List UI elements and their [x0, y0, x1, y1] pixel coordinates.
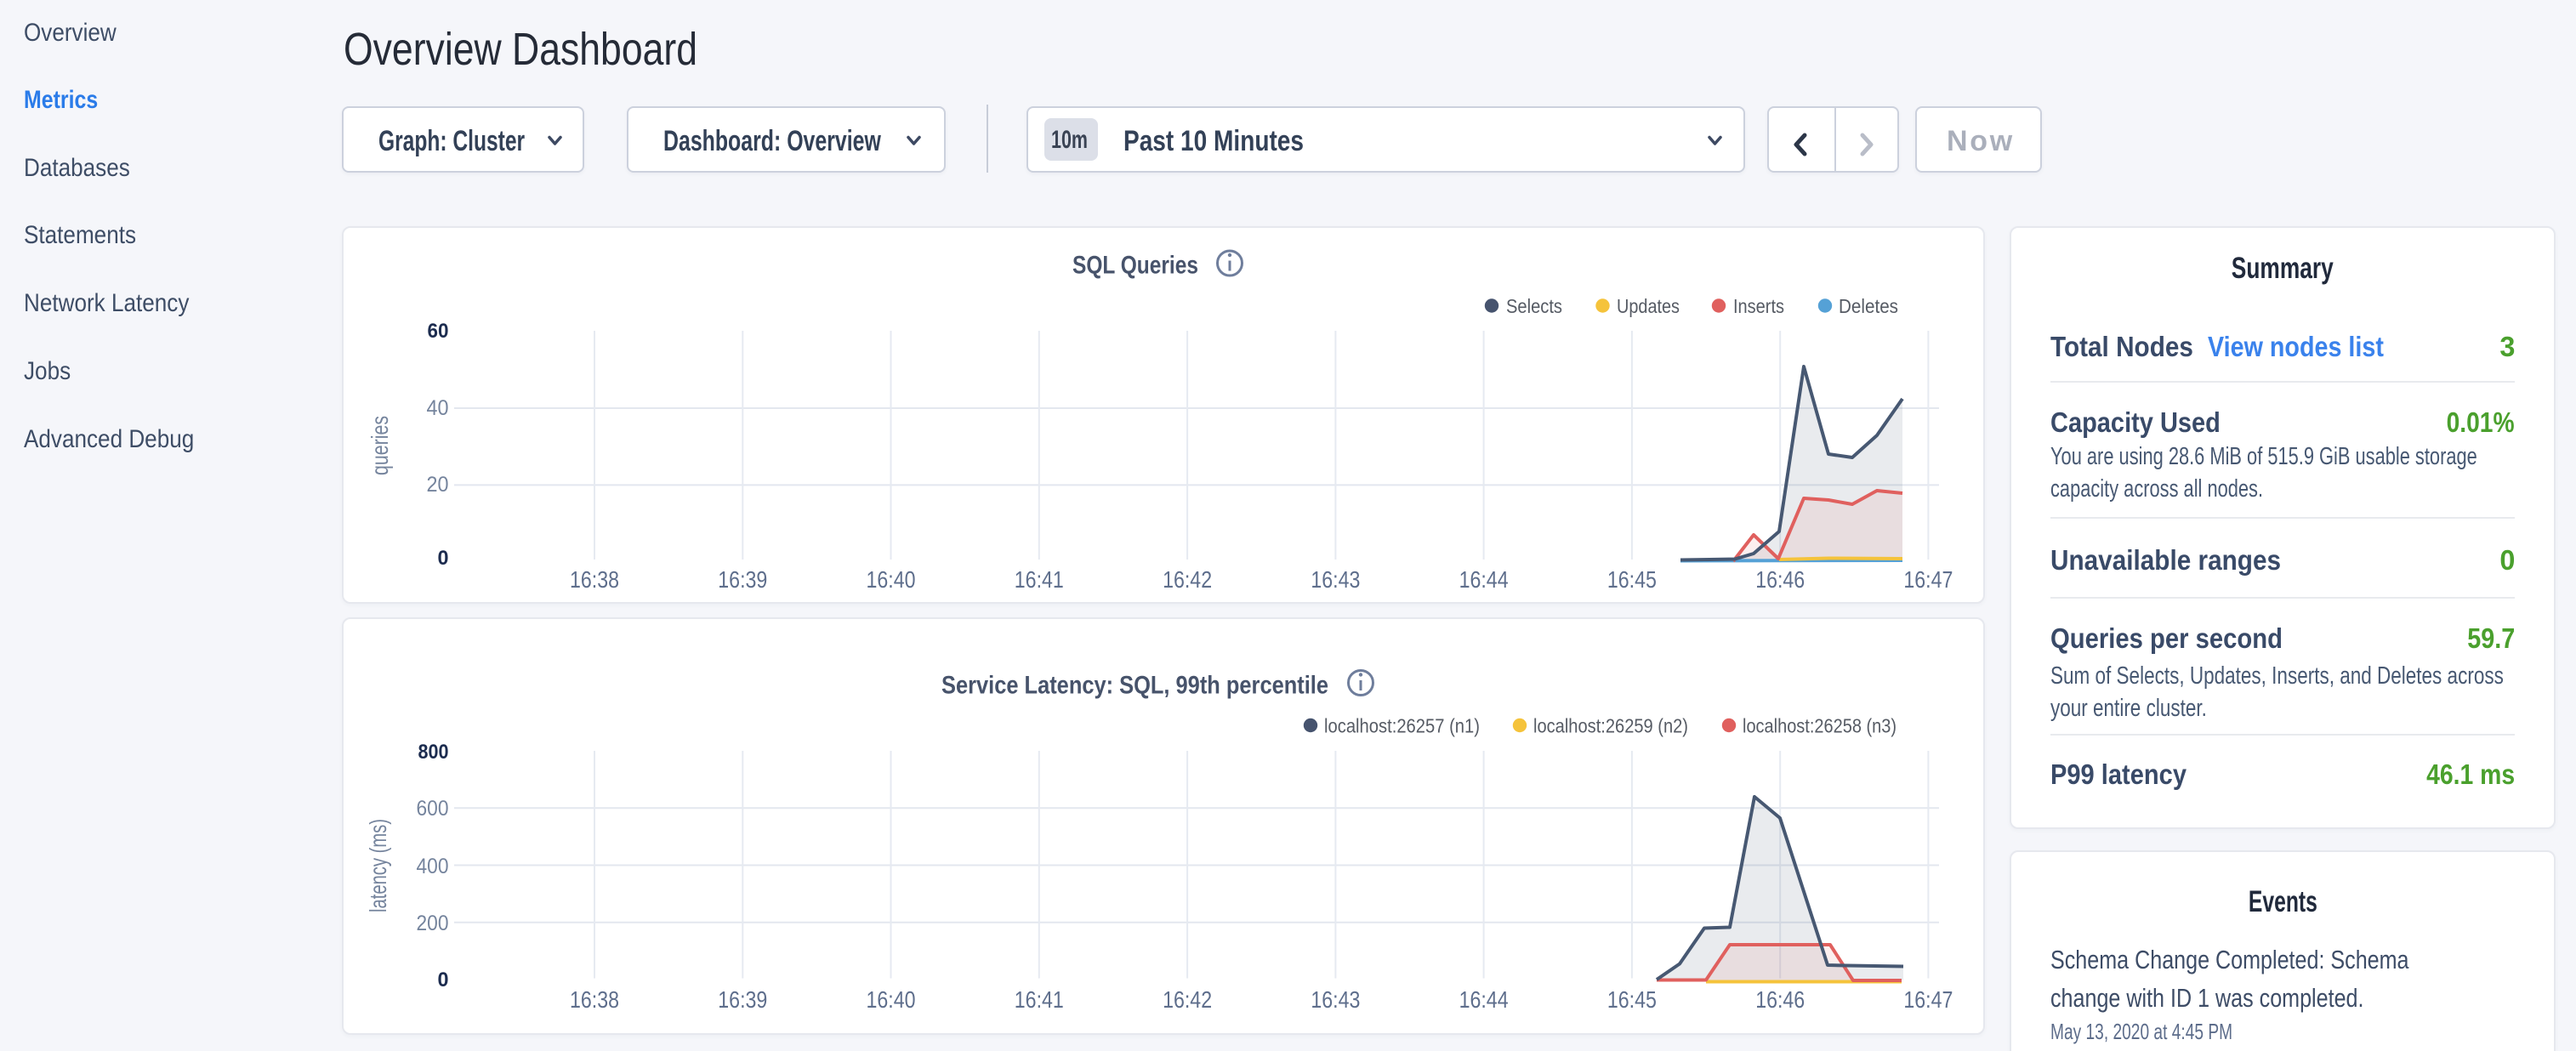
svg-text:Updates: Updates	[1617, 295, 1680, 317]
svg-text:800: 800	[418, 741, 449, 764]
svg-text:40: 40	[427, 396, 449, 420]
svg-text:16:40: 16:40	[867, 986, 916, 1013]
svg-text:latency (ms): latency (ms)	[365, 819, 391, 912]
svg-text:20: 20	[427, 473, 449, 497]
svg-text:0: 0	[438, 547, 449, 570]
svg-text:Service Latency: SQL, 99th per: Service Latency: SQL, 99th percentile	[941, 672, 1328, 700]
svg-text:16:39: 16:39	[718, 986, 767, 1013]
svg-text:localhost:26257 (n1): localhost:26257 (n1)	[1324, 715, 1480, 737]
svg-text:16:44: 16:44	[1459, 566, 1509, 593]
svg-text:Inserts: Inserts	[1733, 295, 1784, 317]
svg-text:16:42: 16:42	[1163, 986, 1212, 1013]
svg-text:16:43: 16:43	[1311, 986, 1360, 1013]
svg-text:SQL Queries: SQL Queries	[1072, 252, 1198, 280]
svg-text:16:43: 16:43	[1311, 566, 1360, 593]
svg-text:16:39: 16:39	[718, 566, 767, 593]
svg-text:200: 200	[417, 912, 449, 935]
svg-text:queries: queries	[367, 416, 393, 475]
svg-text:16:38: 16:38	[570, 566, 619, 593]
svg-text:16:42: 16:42	[1163, 566, 1212, 593]
svg-text:400: 400	[417, 855, 449, 878]
svg-text:16:45: 16:45	[1607, 986, 1657, 1013]
svg-text:16:46: 16:46	[1755, 986, 1805, 1013]
svg-text:localhost:26258 (n3): localhost:26258 (n3)	[1743, 715, 1896, 737]
svg-text:16:45: 16:45	[1607, 566, 1657, 593]
svg-text:16:38: 16:38	[570, 986, 619, 1013]
svg-text:16:46: 16:46	[1755, 566, 1805, 593]
svg-text:16:44: 16:44	[1459, 986, 1509, 1013]
svg-text:16:40: 16:40	[867, 566, 916, 593]
svg-text:16:47: 16:47	[1903, 566, 1953, 593]
svg-text:localhost:26259 (n2): localhost:26259 (n2)	[1533, 715, 1688, 737]
svg-text:Deletes: Deletes	[1839, 295, 1898, 317]
svg-text:60: 60	[428, 320, 449, 343]
svg-text:600: 600	[417, 797, 449, 821]
svg-text:0: 0	[438, 969, 449, 991]
svg-text:16:41: 16:41	[1015, 566, 1064, 593]
svg-text:16:41: 16:41	[1015, 986, 1064, 1013]
svg-text:16:47: 16:47	[1903, 986, 1953, 1013]
svg-text:Selects: Selects	[1506, 295, 1562, 317]
